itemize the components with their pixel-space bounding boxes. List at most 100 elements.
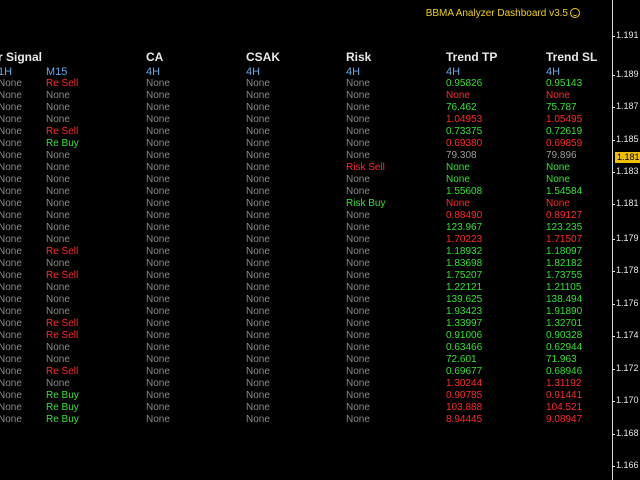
cell-ca: None <box>146 222 170 233</box>
cell-risk: None <box>346 342 370 353</box>
cell-trend-sl: 79.896 <box>546 150 577 161</box>
price-tick-label: 1.181 <box>616 198 639 208</box>
cell-risk: None <box>346 114 370 125</box>
table-row: None None None None Risk Buy None None <box>0 198 612 210</box>
cell-risk: Risk Sell <box>346 162 385 173</box>
table-row: None Re Sell None None None 0.91006 0.90328 <box>0 330 612 342</box>
table-row: None None None None None 1.93423 1.91890 <box>0 306 612 318</box>
cell-m15: None <box>46 186 70 197</box>
price-tick-mark <box>613 401 615 402</box>
price-axis[interactable]: 1.191 1.189 1.187 1.185 1.183 1.181 1.179 1.178… <box>612 0 640 480</box>
cell-trend-sl: 0.69859 <box>546 138 583 149</box>
cell-ca: None <box>146 354 170 365</box>
table-row: None Re Buy None None None 0.90785 0.91441 <box>0 390 612 402</box>
cell-ca: None <box>146 174 170 185</box>
cell-m15: None <box>46 162 70 173</box>
cell-m15: None <box>46 222 70 233</box>
cell-trend-tp: 1.30244 <box>446 378 483 389</box>
cell-csak: None <box>246 90 270 101</box>
cell-1h: None <box>0 282 22 293</box>
table-row: None Re Buy None None None 8.94445 9.08947 <box>0 414 612 426</box>
cell-ca: None <box>146 138 170 149</box>
cell-trend-sl: 1.21105 <box>546 282 582 293</box>
table-row: None Re Sell None None None 1.18932 1.18097 <box>0 246 612 258</box>
cell-trend-sl: 0.89127 <box>546 210 583 221</box>
table-row: None None None None None 1.04953 1.05495 <box>0 114 612 126</box>
cell-trend-tp: 103.888 <box>446 402 483 413</box>
timeframe-m15: M15 <box>46 66 68 78</box>
cell-trend-sl: 1.32701 <box>546 318 583 329</box>
cell-1h: None <box>0 318 22 329</box>
cell-1h: None <box>0 330 22 341</box>
cell-ca: None <box>146 126 170 137</box>
cell-csak: None <box>246 306 270 317</box>
cell-csak: None <box>246 258 270 269</box>
cell-csak: None <box>246 138 270 149</box>
price-tick-mark <box>613 140 615 141</box>
cell-1h: None <box>0 138 22 149</box>
table-row: None None None None None 72.601 71.963 <box>0 354 612 366</box>
cell-1h: None <box>0 150 22 161</box>
price-tick-label: 1.176 <box>616 298 639 308</box>
timeframe-ca: 4H <box>146 66 161 78</box>
price-tick-label: 1.187 <box>616 101 639 111</box>
price-tick-mark <box>613 204 615 205</box>
cell-m15: None <box>46 294 70 305</box>
header-csak: CSAK <box>246 50 281 64</box>
cell-1h: None <box>0 402 22 413</box>
cell-trend-tp: 1.55608 <box>446 186 483 197</box>
cell-risk: None <box>346 246 370 257</box>
cell-1h: None <box>0 78 22 89</box>
cell-m15: Re Sell <box>46 126 79 137</box>
cell-1h: None <box>0 186 22 197</box>
table-row: None Re Sell None None None 0.95826 0.95143 <box>0 78 612 90</box>
cell-trend-sl: 1.91890 <box>546 306 583 317</box>
cell-csak: None <box>246 162 270 173</box>
cell-m15: Re Sell <box>46 270 79 281</box>
chart-plot-area[interactable]: BBMA Analyzer Dashboard v3.5 r Signal CA… <box>0 0 612 480</box>
cell-m15: None <box>46 258 70 269</box>
dashboard-title-text: BBMA Analyzer Dashboard v3.5 <box>425 8 568 19</box>
cell-risk: None <box>346 258 370 269</box>
cell-ca: None <box>146 330 170 341</box>
cell-1h: None <box>0 234 22 245</box>
cell-trend-tp: 0.69677 <box>446 366 483 377</box>
cell-trend-sl: 1.31192 <box>546 378 582 389</box>
cell-1h: None <box>0 210 22 221</box>
table-row: None Re Sell None None None 1.33997 1.32701 <box>0 318 612 330</box>
cell-csak: None <box>246 318 270 329</box>
cell-1h: None <box>0 342 22 353</box>
table-row: None Re Sell None None None 0.73375 0.72619 <box>0 126 612 138</box>
price-tick-mark <box>613 466 615 467</box>
cell-risk: None <box>346 366 370 377</box>
cell-csak: None <box>246 378 270 389</box>
cell-ca: None <box>146 102 170 113</box>
cell-m15: None <box>46 354 70 365</box>
cell-risk: None <box>346 210 370 221</box>
current-price-tag: 1.181 <box>615 152 640 163</box>
cell-ca: None <box>146 186 170 197</box>
cell-csak: None <box>246 102 270 113</box>
cell-ca: None <box>146 150 170 161</box>
cell-trend-sl: 138.494 <box>546 294 583 305</box>
cell-1h: None <box>0 90 22 101</box>
dashboard-title: BBMA Analyzer Dashboard v3.5 <box>426 8 580 19</box>
price-tick-mark <box>613 271 615 272</box>
cell-csak: None <box>246 402 270 413</box>
timeframe-csak: 4H <box>246 66 261 78</box>
table-row: None None None None None 123.967 123.235 <box>0 222 612 234</box>
price-tick-label: 1.185 <box>616 134 639 144</box>
price-tick-mark <box>613 369 615 370</box>
price-tick-mark <box>613 36 615 37</box>
timeframe-1h: 1H <box>0 66 13 78</box>
cell-trend-tp: 1.18932 <box>446 246 483 257</box>
cell-ca: None <box>146 246 170 257</box>
cell-csak: None <box>246 270 270 281</box>
cell-m15: Re Sell <box>46 246 79 257</box>
cell-trend-tp: 72.601 <box>446 354 477 365</box>
timeframe-trend-tp: 4H <box>446 66 461 78</box>
cell-ca: None <box>146 114 170 125</box>
table-row: None None None None None 139.625 138.494 <box>0 294 612 306</box>
cell-risk: None <box>346 294 370 305</box>
cell-csak: None <box>246 210 270 221</box>
